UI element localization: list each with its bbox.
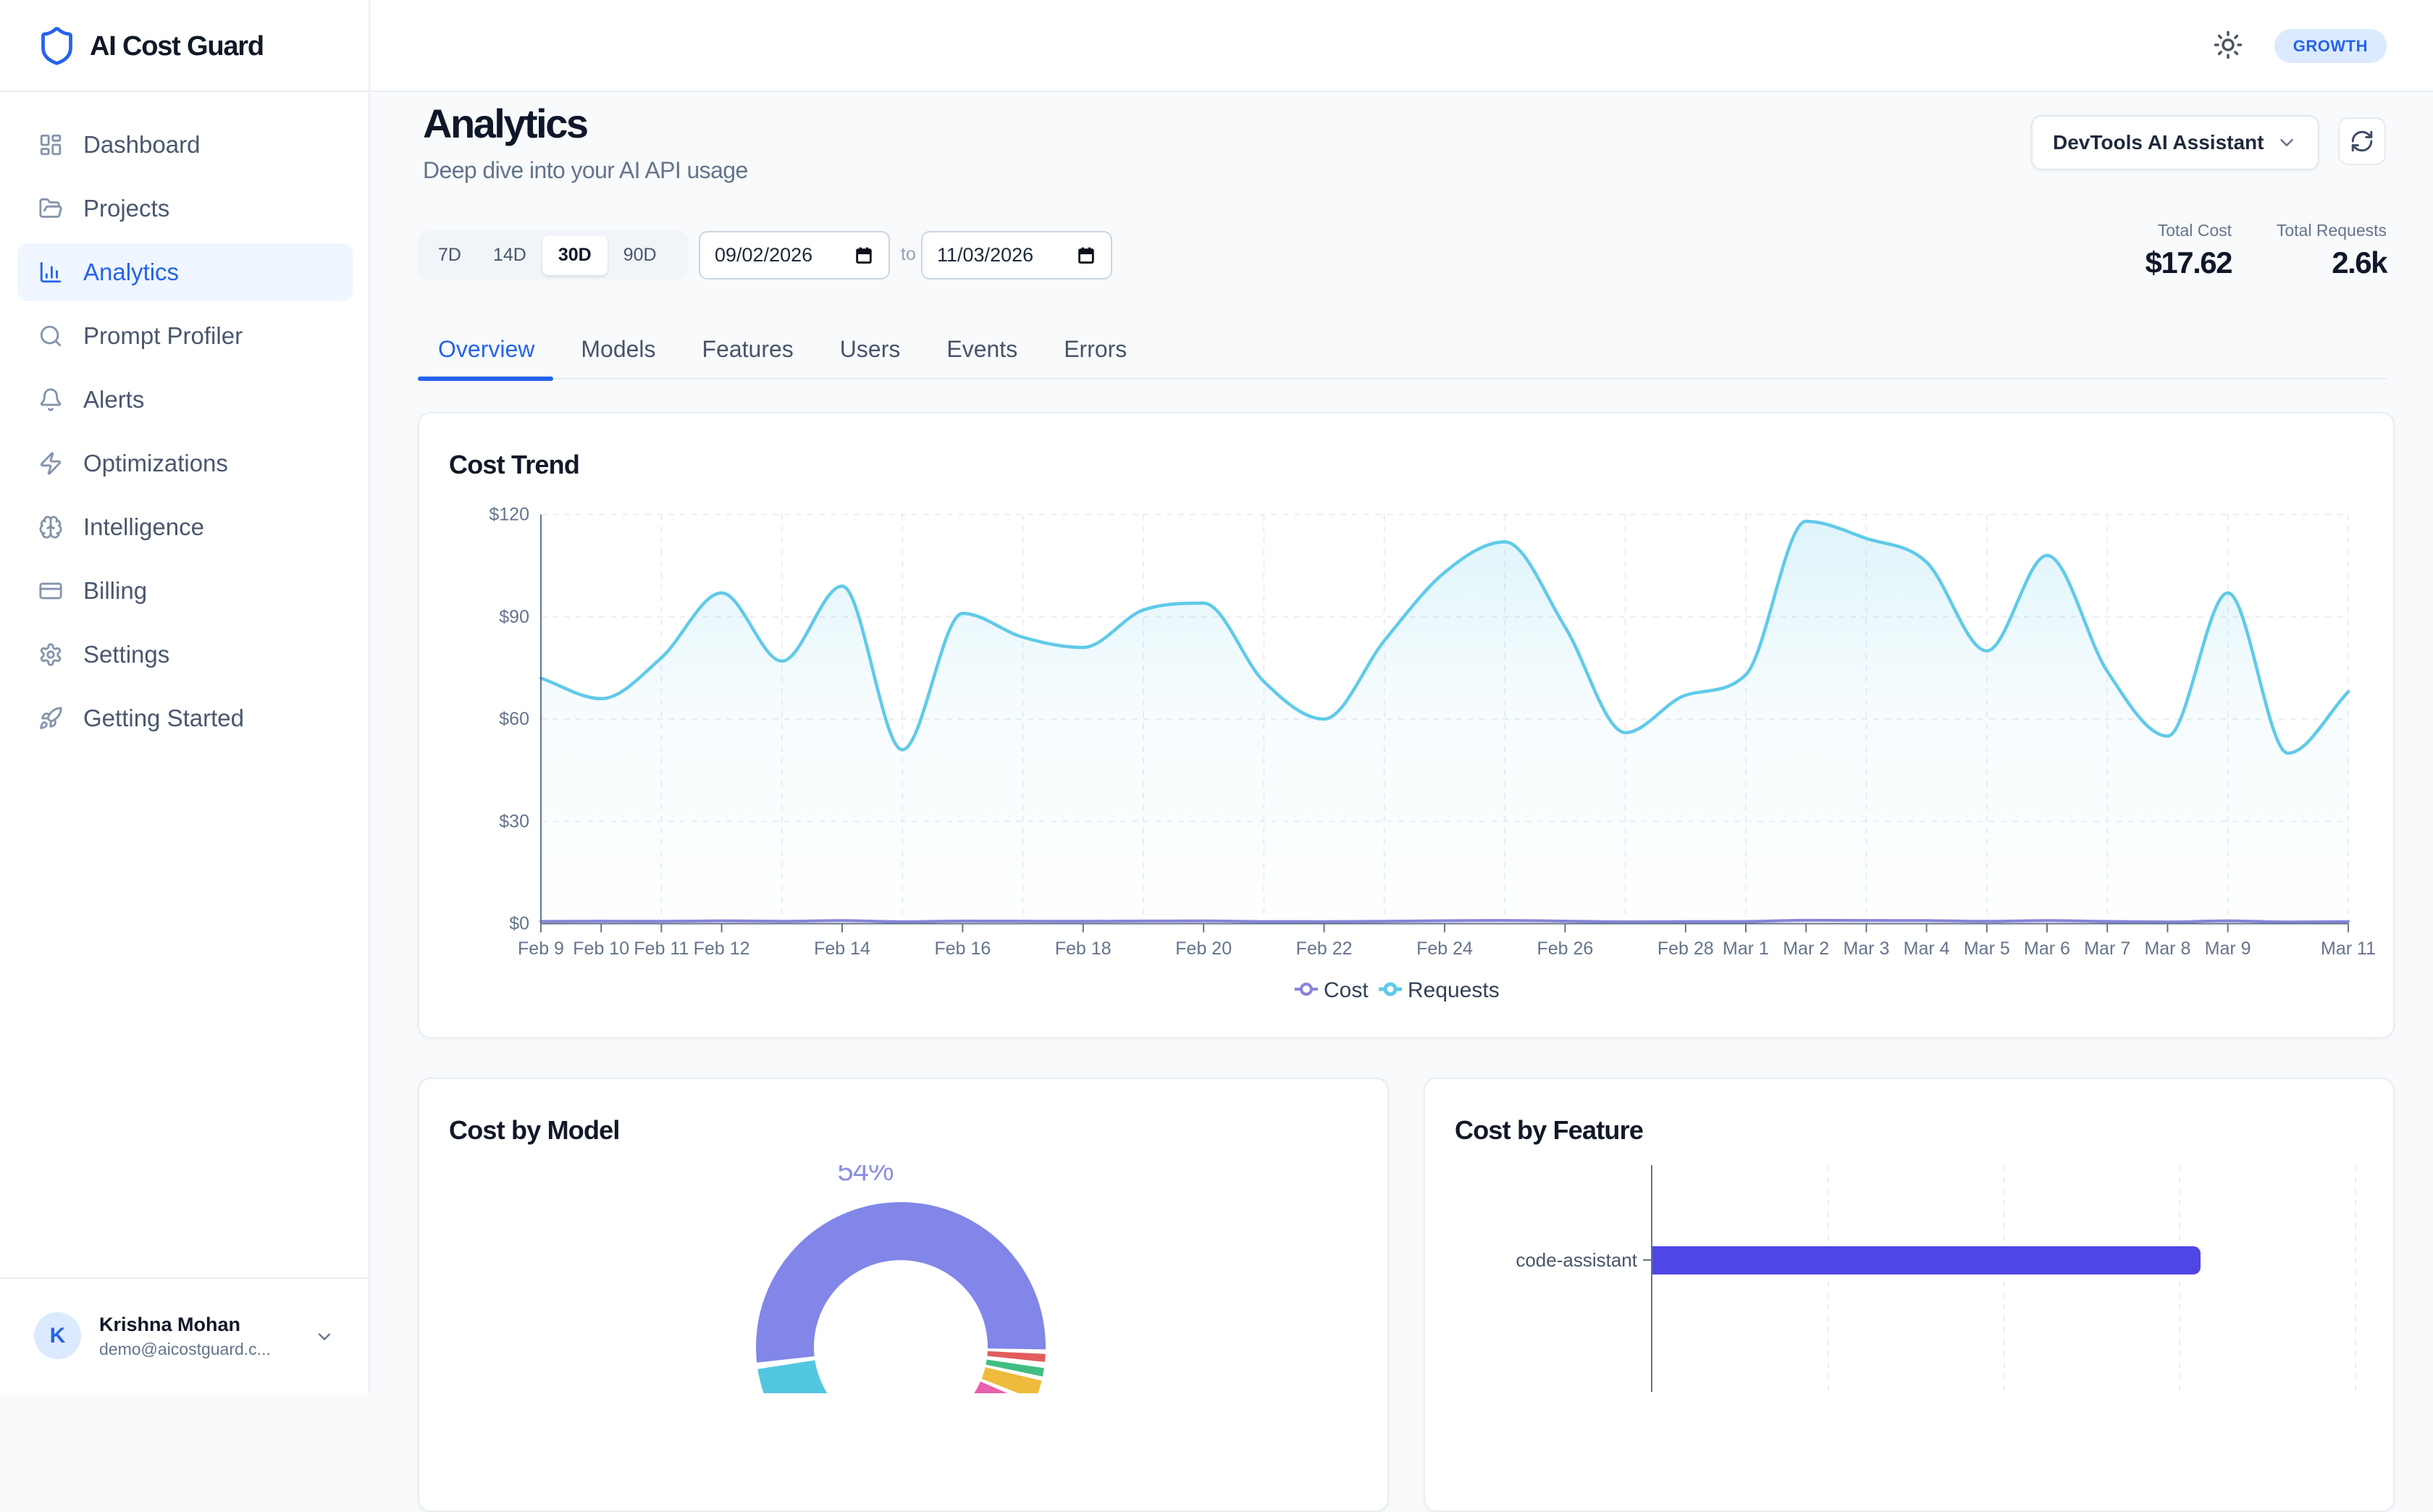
- svg-text:Mar 3: Mar 3: [1843, 938, 1889, 959]
- svg-text:54%: 54%: [837, 1155, 893, 1187]
- svg-text:Cost: Cost: [1324, 978, 1369, 1002]
- svg-text:Mar 6: Mar 6: [2024, 938, 2070, 959]
- svg-text:code-assistant: code-assistant: [1516, 1249, 1637, 1271]
- svg-text:Mar 7: Mar 7: [2084, 938, 2130, 959]
- svg-text:Feb 9: Feb 9: [518, 938, 564, 959]
- svg-text:Feb 24: Feb 24: [1416, 938, 1473, 959]
- svg-text:Requests: Requests: [1408, 978, 1500, 1002]
- svg-text:Feb 18: Feb 18: [1055, 938, 1112, 959]
- svg-text:Feb 14: Feb 14: [814, 938, 870, 959]
- svg-text:Mar 5: Mar 5: [1964, 938, 2010, 959]
- svg-text:Feb 22: Feb 22: [1296, 938, 1353, 959]
- svg-text:Mar 8: Mar 8: [2144, 938, 2190, 959]
- svg-text:$60: $60: [499, 709, 529, 729]
- svg-text:$120: $120: [489, 505, 529, 525]
- svg-text:$0: $0: [509, 914, 529, 934]
- svg-text:Feb 26: Feb 26: [1537, 938, 1593, 959]
- svg-text:$30: $30: [499, 811, 529, 831]
- svg-text:Mar 1: Mar 1: [1723, 938, 1769, 959]
- svg-text:Mar 4: Mar 4: [1904, 938, 1950, 959]
- svg-text:Feb 11: Feb 11: [634, 938, 689, 959]
- svg-text:$90: $90: [499, 607, 529, 627]
- svg-text:Mar 2: Mar 2: [1783, 938, 1829, 959]
- svg-text:Feb 10: Feb 10: [573, 938, 629, 959]
- svg-text:Mar 9: Mar 9: [2205, 938, 2251, 959]
- svg-text:Feb 16: Feb 16: [934, 938, 991, 959]
- svg-text:Feb 12: Feb 12: [694, 938, 750, 959]
- svg-text:Feb 28: Feb 28: [1657, 938, 1714, 959]
- svg-text:Feb 20: Feb 20: [1175, 938, 1232, 959]
- svg-text:Mar 11: Mar 11: [2321, 938, 2376, 959]
